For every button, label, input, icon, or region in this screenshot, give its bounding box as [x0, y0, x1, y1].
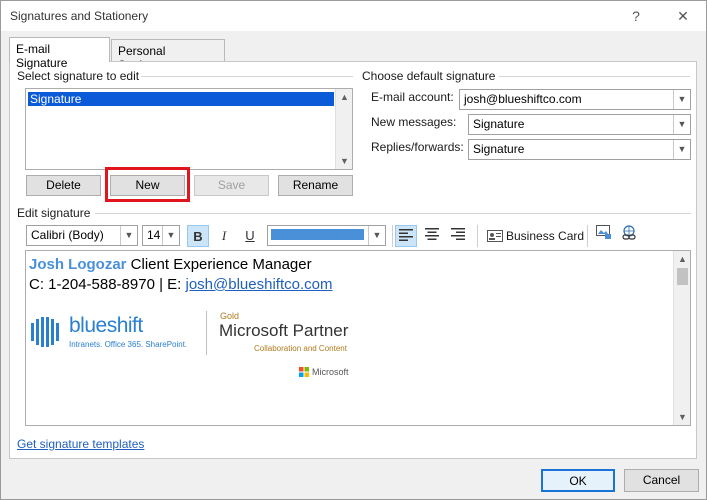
scroll-up-icon[interactable]: ▲: [674, 251, 691, 267]
align-left-icon: [399, 229, 413, 241]
signature-email-link[interactable]: josh@blueshiftco.com: [186, 276, 333, 293]
microsoft-partner-logo: Gold Microsoft Partner Collaboration and…: [219, 309, 369, 379]
chevron-down-icon[interactable]: ▼: [673, 115, 690, 134]
email-account-select[interactable]: josh@blueshiftco.com ▼: [459, 89, 691, 110]
business-card-icon: [487, 230, 503, 242]
align-left-button[interactable]: [395, 225, 417, 247]
font-color-swatch: [271, 229, 364, 240]
replies-forwards-value: Signature: [473, 142, 525, 156]
email-account-value: josh@blueshiftco.com: [464, 92, 582, 106]
align-right-icon: [451, 228, 465, 240]
signature-name: Josh Logozar: [29, 256, 127, 273]
help-button[interactable]: ?: [625, 5, 647, 27]
signature-templates-link[interactable]: Get signature templates: [17, 437, 144, 451]
partner-tier: Gold: [220, 311, 240, 321]
select-signature-label: Select signature to edit: [17, 69, 140, 83]
new-button-highlight: [105, 167, 190, 202]
list-item-signature[interactable]: Signature: [28, 92, 334, 106]
align-right-button[interactable]: [447, 225, 469, 247]
editor-scrollbar[interactable]: ▲ ▼: [673, 251, 690, 425]
logo-divider: [206, 311, 207, 355]
business-card-button[interactable]: Business Card: [485, 225, 585, 247]
business-card-label: Business Card: [506, 229, 585, 243]
hyperlink-icon: [622, 225, 636, 240]
signature-line-1: Josh Logozar Client Experience Manager: [29, 256, 312, 273]
signature-role: Client Experience Manager: [126, 256, 312, 273]
partner-name: Microsoft Partner: [219, 321, 349, 340]
align-center-button[interactable]: [421, 225, 443, 247]
chevron-down-icon[interactable]: ▼: [162, 226, 179, 245]
signature-contact: C: 1-204-588-8970 | E:: [29, 276, 186, 293]
replies-forwards-select[interactable]: Signature ▼: [468, 139, 691, 160]
save-button[interactable]: Save: [194, 175, 269, 196]
close-button[interactable]: ✕: [672, 5, 694, 27]
title-bar: Signatures and Stationery ? ✕: [1, 1, 706, 31]
microsoft-label: Microsoft: [312, 367, 349, 377]
italic-button[interactable]: I: [213, 225, 235, 247]
signature-editor[interactable]: Josh Logozar Client Experience Manager C…: [25, 250, 691, 426]
insert-picture-button[interactable]: [593, 225, 615, 247]
email-account-label: E-mail account:: [371, 90, 454, 104]
insert-hyperlink-button[interactable]: [618, 225, 640, 247]
list-scrollbar[interactable]: ▲ ▼: [335, 89, 352, 169]
section-divider: [499, 76, 690, 77]
scroll-down-icon[interactable]: ▼: [674, 409, 691, 425]
toolbar-divider: [392, 225, 393, 247]
partner-sub: Collaboration and Content: [254, 344, 347, 353]
blueshift-tagline: Intranets. Office 365. SharePoint.: [69, 340, 188, 349]
ok-button[interactable]: OK: [541, 469, 615, 492]
cancel-button[interactable]: Cancel: [624, 469, 699, 492]
window-title: Signatures and Stationery: [10, 9, 149, 23]
scroll-down-icon[interactable]: ▼: [336, 153, 353, 169]
font-size-value: 14: [147, 228, 161, 242]
replies-forwards-label: Replies/forwards:: [371, 140, 464, 154]
new-messages-value: Signature: [473, 117, 525, 131]
blueshift-logo-icon: [31, 317, 59, 347]
font-family-select[interactable]: Calibri (Body) ▼: [26, 225, 138, 246]
delete-button[interactable]: Delete: [26, 175, 101, 196]
bold-button[interactable]: B: [187, 225, 209, 247]
blueshift-brand: blueshift: [69, 314, 143, 337]
edit-signature-label: Edit signature: [17, 206, 91, 220]
default-signature-label: Choose default signature: [362, 69, 496, 83]
rename-button[interactable]: Rename: [278, 175, 353, 196]
tab-email-signature[interactable]: E-mail Signature: [9, 37, 110, 70]
blueshift-logo: blueshift Intranets. Office 365. SharePo…: [29, 313, 199, 353]
chevron-down-icon[interactable]: ▼: [368, 226, 385, 245]
microsoft-logo-icon: [299, 367, 309, 377]
tab-label: E-mail Signature: [16, 42, 68, 70]
signature-line-2: C: 1-204-588-8970 | E: josh@blueshiftco.…: [29, 276, 332, 293]
scroll-up-icon[interactable]: ▲: [336, 89, 353, 105]
chevron-down-icon[interactable]: ▼: [673, 140, 690, 159]
section-divider: [141, 76, 353, 77]
signatures-dialog: Signatures and Stationery ? ✕ E-mail Sig…: [0, 0, 707, 500]
section-divider: [95, 213, 691, 214]
picture-icon: [596, 225, 611, 239]
new-messages-label: New messages:: [371, 115, 457, 129]
align-center-icon: [425, 228, 439, 240]
font-color-select[interactable]: ▼: [267, 225, 386, 246]
toolbar-divider: [477, 225, 478, 247]
font-size-select[interactable]: 14 ▼: [142, 225, 180, 246]
signature-list[interactable]: Signature ▲ ▼: [25, 88, 353, 170]
chevron-down-icon[interactable]: ▼: [673, 90, 690, 109]
chevron-down-icon[interactable]: ▼: [120, 226, 137, 245]
new-messages-select[interactable]: Signature ▼: [468, 114, 691, 135]
font-family-value: Calibri (Body): [31, 228, 104, 242]
toolbar-divider: [587, 225, 588, 247]
underline-button[interactable]: U: [239, 225, 261, 247]
scroll-thumb[interactable]: [677, 268, 688, 285]
tab-personal-stationery[interactable]: Personal Stationery: [111, 39, 225, 72]
